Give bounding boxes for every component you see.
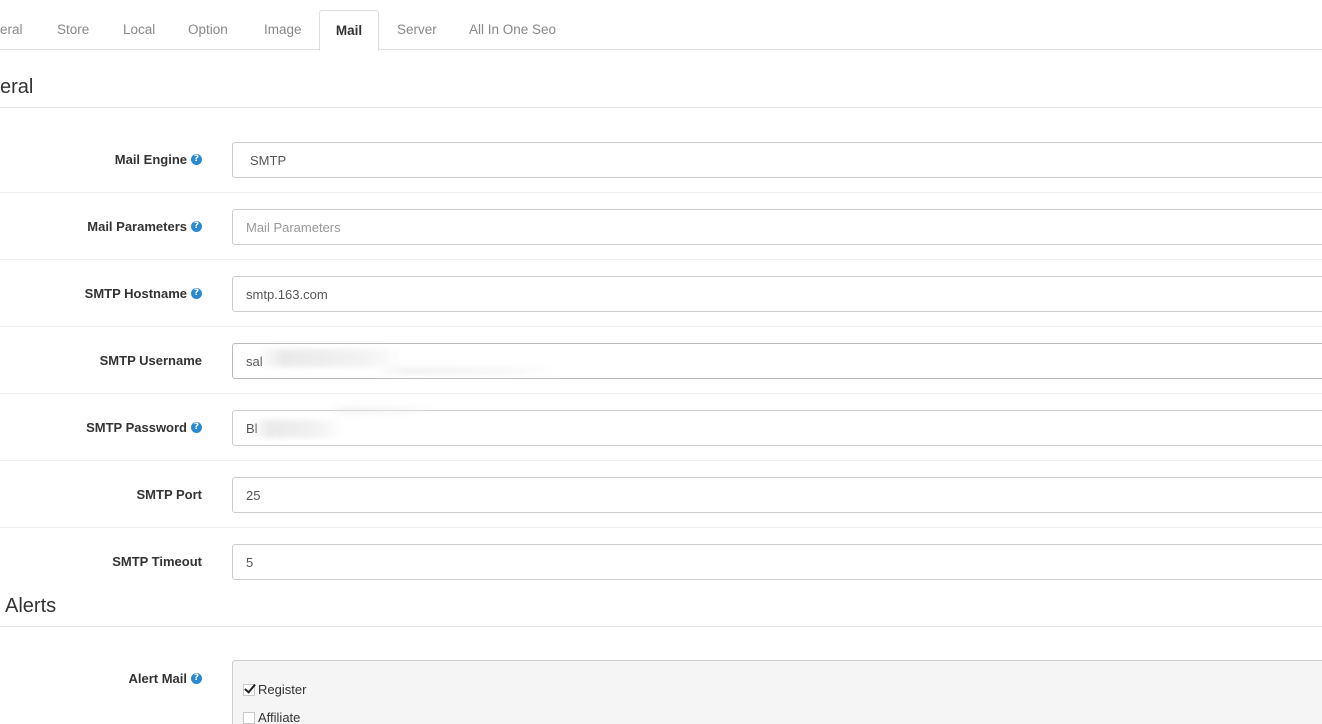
tab-mail[interactable]: Mail: [319, 10, 379, 51]
settings-tabs: eral Store Local Option Image Mail Serve…: [0, 0, 1322, 51]
smtp-password-label: SMTP Password ?: [86, 394, 202, 460]
affiliate-checkbox[interactable]: [243, 711, 255, 724]
smtp-timeout-label: SMTP Timeout: [112, 528, 202, 595]
alert-mail-label: Alert Mail ?: [128, 660, 202, 696]
tab-all-in-one-seo[interactable]: All In One Seo: [469, 10, 556, 50]
affiliate-option-label: Affiliate: [258, 710, 301, 724]
section-title-alerts: Alerts: [0, 595, 1322, 627]
smtp-username-label-text: SMTP Username: [99, 352, 202, 368]
alert-option-affiliate[interactable]: Affiliate: [243, 710, 300, 724]
question-circle-icon[interactable]: ?: [191, 287, 202, 299]
smtp-password-input[interactable]: [232, 410, 1322, 446]
question-circle-icon[interactable]: ?: [191, 672, 202, 684]
form-row-mail-parameters: Mail Parameters ?: [0, 193, 1322, 260]
tab-option[interactable]: Option: [188, 10, 228, 50]
tab-store[interactable]: Store: [57, 10, 89, 50]
smtp-port-label-text: SMTP Port: [136, 486, 203, 502]
alert-option-register[interactable]: Register: [243, 682, 306, 697]
smtp-username-label: SMTP Username: [100, 327, 202, 393]
smtp-timeout-input[interactable]: [232, 544, 1322, 580]
mail-parameters-input[interactable]: [232, 209, 1322, 245]
tab-local[interactable]: Local: [123, 10, 155, 50]
form-row-smtp-hostname: SMTP Hostname ?: [0, 260, 1322, 327]
smtp-port-label: SMTP Port: [137, 461, 203, 527]
smtp-password-label-text: SMTP Password: [86, 419, 187, 435]
alert-mail-checkbox-list: Register Affiliate: [232, 660, 1322, 724]
form-row-smtp-port: SMTP Port: [0, 461, 1322, 528]
mail-engine-label: Mail Engine ?: [115, 126, 202, 192]
mail-parameters-label: Mail Parameters ?: [87, 193, 202, 259]
smtp-hostname-input[interactable]: [232, 276, 1322, 312]
smtp-hostname-label: SMTP Hostname ?: [85, 260, 202, 326]
tab-image[interactable]: Image: [264, 10, 302, 50]
form-row-smtp-password: SMTP Password ?: [0, 394, 1322, 461]
tab-server[interactable]: Server: [397, 10, 437, 50]
register-checkbox[interactable]: [243, 683, 255, 696]
question-circle-icon[interactable]: ?: [191, 421, 202, 433]
smtp-port-input[interactable]: [232, 477, 1322, 513]
section-title-general: eral: [0, 76, 1322, 108]
smtp-hostname-label-text: SMTP Hostname: [84, 285, 187, 301]
question-circle-icon[interactable]: ?: [191, 220, 202, 232]
register-option-label: Register: [258, 682, 307, 697]
tab-general[interactable]: eral: [0, 10, 23, 50]
form-row-smtp-timeout: SMTP Timeout: [0, 528, 1322, 595]
mail-engine-select[interactable]: SMTP: [232, 142, 1322, 178]
smtp-username-input[interactable]: [232, 343, 1322, 379]
form-row-smtp-username: SMTP Username: [0, 327, 1322, 394]
alert-mail-label-text: Alert Mail: [128, 670, 187, 686]
mail-engine-label-text: Mail Engine: [114, 151, 187, 167]
question-circle-icon[interactable]: ?: [191, 153, 202, 165]
mail-parameters-label-text: Mail Parameters: [87, 218, 187, 234]
smtp-timeout-label-text: SMTP Timeout: [112, 554, 202, 569]
form-row-mail-engine: Mail Engine ? SMTP: [0, 126, 1322, 193]
